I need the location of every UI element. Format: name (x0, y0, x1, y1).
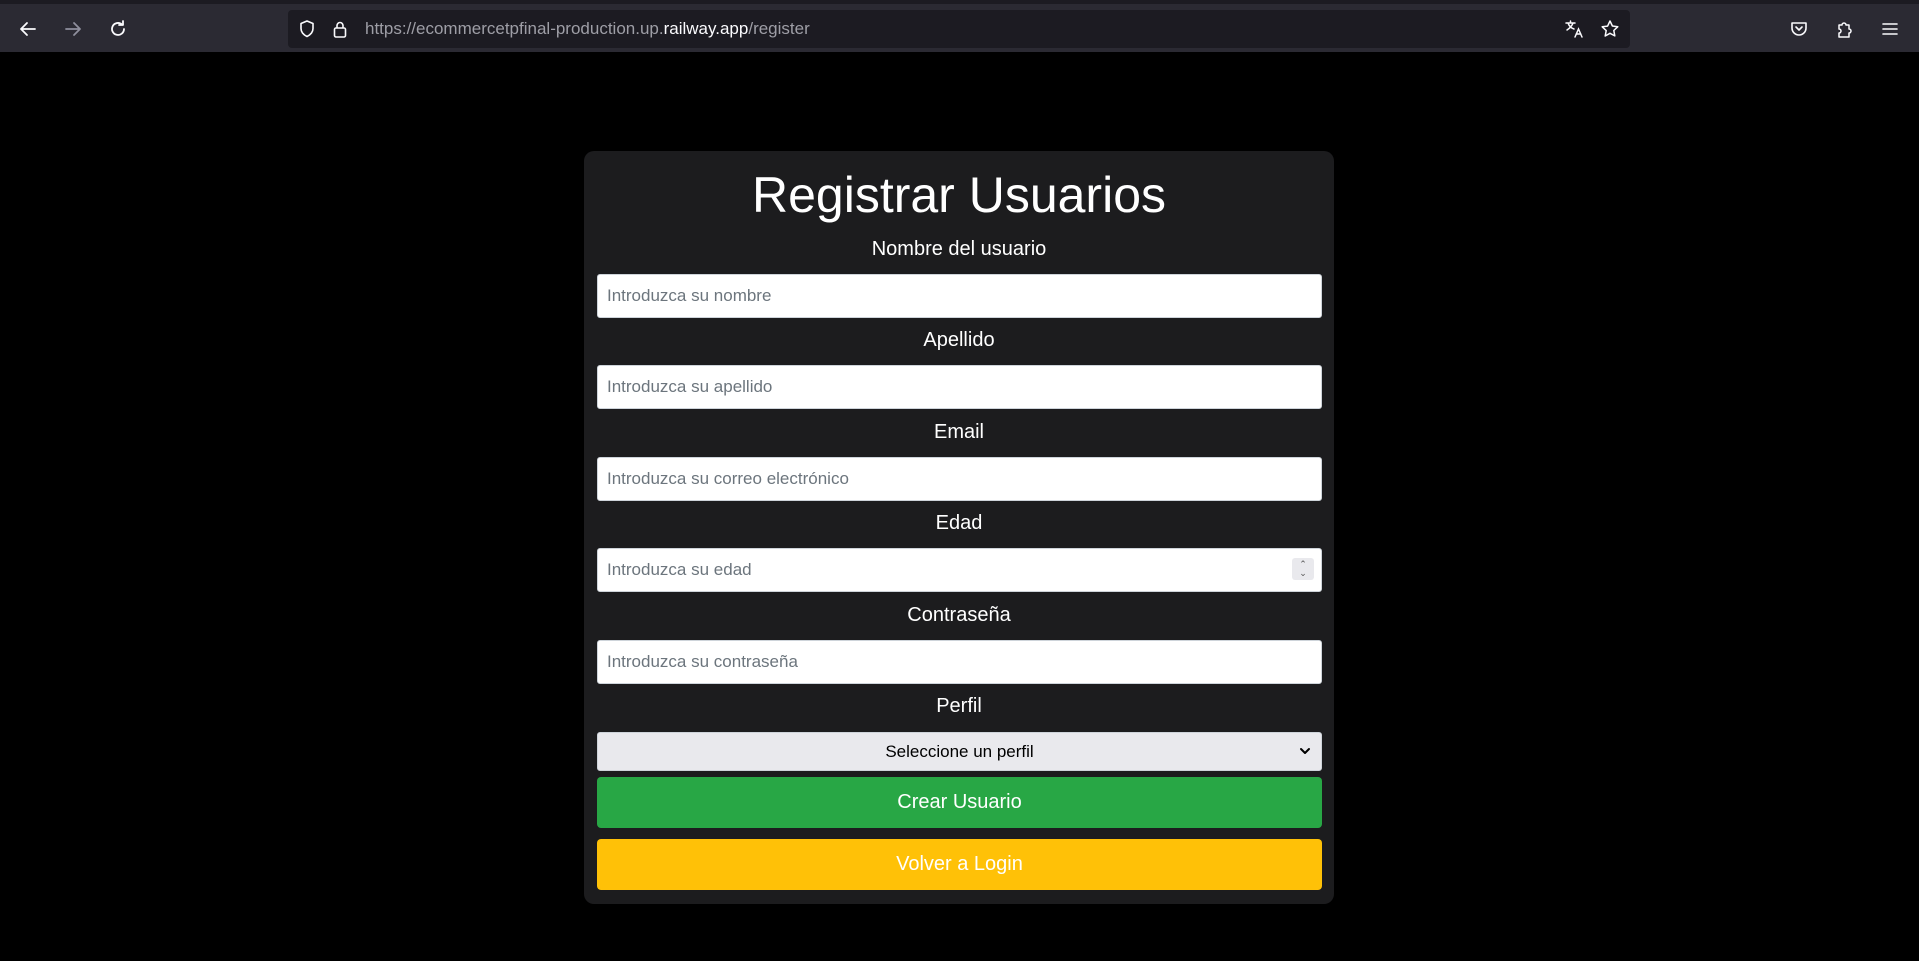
lock-icon[interactable] (330, 19, 350, 39)
pocket-icon[interactable] (1782, 12, 1816, 46)
page-title: Registrar Usuarios (751, 167, 1166, 223)
name-label: Nombre del usuario (871, 238, 1047, 260)
profile-select[interactable]: Seleccione un perfil (597, 732, 1322, 771)
browser-toolbar: https://ecommercetpfinal-production.up.r… (0, 0, 1919, 52)
password-label: Contraseña (907, 604, 1011, 626)
shield-icon[interactable] (297, 19, 317, 39)
back-arrow-icon[interactable] (11, 12, 45, 46)
spinner-down-icon[interactable]: ⌄ (1299, 569, 1307, 578)
profile-label: Perfil (936, 695, 982, 717)
profile-selected-value: Seleccione un perfil (885, 741, 1034, 761)
email-input[interactable] (597, 457, 1322, 501)
back-to-login-button[interactable]: Volver a Login (597, 839, 1322, 890)
age-label: Edad (935, 512, 983, 534)
age-spinner[interactable]: ⌃ ⌄ (1292, 558, 1314, 580)
chevron-down-icon (1297, 743, 1313, 759)
age-field: ⌃ ⌄ (584, 548, 1334, 592)
translate-icon[interactable] (1564, 19, 1584, 39)
url-bar[interactable]: https://ecommercetpfinal-production.up.r… (288, 10, 1630, 48)
menu-icon[interactable] (1873, 12, 1907, 46)
lastname-input[interactable] (597, 365, 1322, 409)
forward-arrow-icon[interactable] (56, 12, 90, 46)
lastname-label: Apellido (923, 329, 995, 351)
create-user-button[interactable]: Crear Usuario (597, 777, 1322, 828)
age-input[interactable] (597, 548, 1322, 592)
register-card: Registrar Usuarios Nombre del usuario Ap… (584, 151, 1334, 904)
star-icon[interactable] (1600, 19, 1620, 39)
email-label: Email (933, 421, 984, 443)
password-input[interactable] (597, 640, 1322, 684)
name-input[interactable] (597, 274, 1322, 318)
url-text[interactable]: https://ecommercetpfinal-production.up.r… (365, 10, 810, 48)
reload-icon[interactable] (101, 12, 135, 46)
extensions-icon[interactable] (1828, 12, 1862, 46)
